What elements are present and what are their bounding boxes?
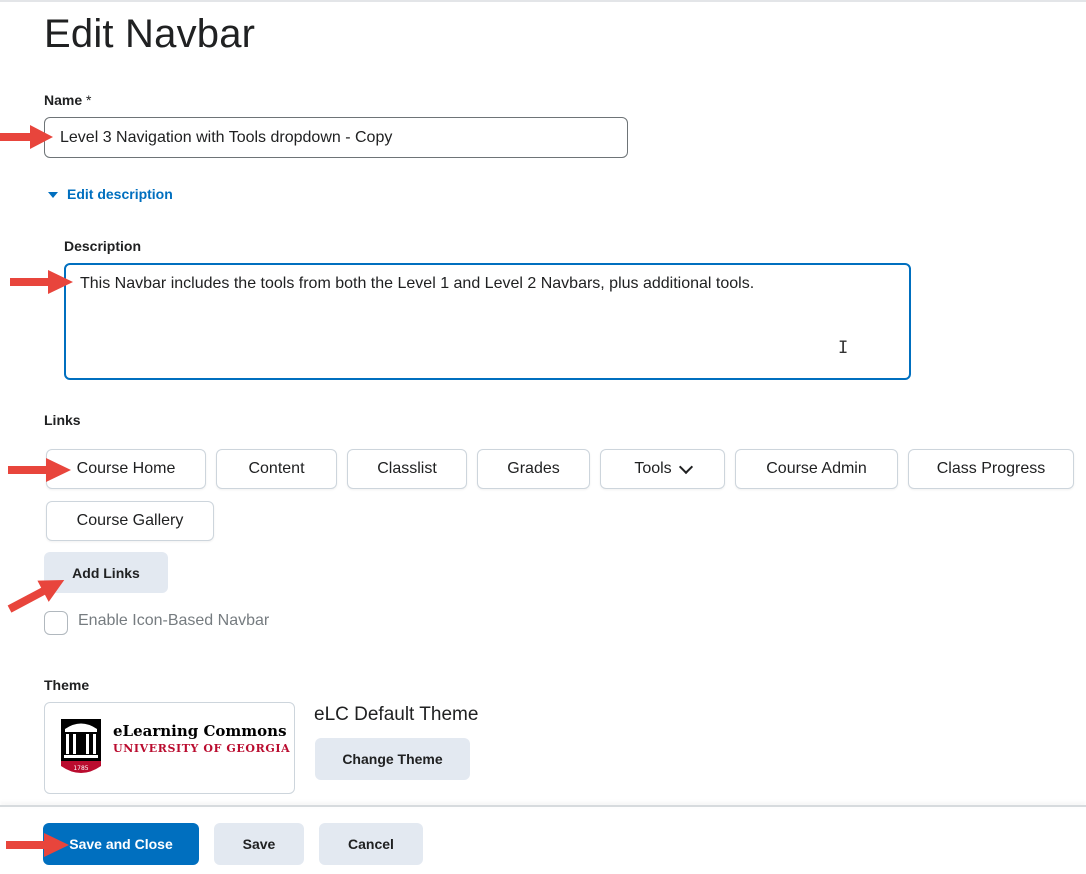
link-chip-class-progress[interactable]: Class Progress	[908, 449, 1074, 489]
link-chip-tools-label: Tools	[634, 460, 672, 477]
name-label: Name *	[44, 92, 91, 108]
page-title: Edit Navbar	[44, 12, 256, 56]
link-chip-course-admin[interactable]: Course Admin	[735, 449, 898, 489]
text-cursor-icon: I	[838, 338, 849, 358]
chevron-down-icon	[678, 459, 693, 474]
annotation-arrow-icon	[6, 833, 69, 857]
logo-subtitle: UNIVERSITY OF GEORGIA	[113, 742, 291, 755]
footer-divider	[0, 805, 1086, 807]
link-chip-grades[interactable]: Grades	[477, 449, 590, 489]
change-theme-button[interactable]: Change Theme	[315, 738, 470, 780]
annotation-arrow-icon	[0, 125, 53, 149]
annotation-arrow-icon	[8, 458, 71, 482]
top-divider	[0, 0, 1086, 2]
save-button[interactable]: Save	[214, 823, 304, 865]
name-input[interactable]: Level 3 Navigation with Tools dropdown -…	[44, 117, 628, 158]
name-label-text: Name	[44, 92, 83, 108]
description-label: Description	[64, 238, 142, 254]
theme-label: Theme	[44, 677, 90, 693]
icon-navbar-label: Enable Icon-Based Navbar	[78, 612, 270, 629]
caret-down-icon	[48, 191, 58, 198]
link-chip-content[interactable]: Content	[216, 449, 337, 489]
edit-description-toggle[interactable]: Edit description	[48, 186, 173, 202]
annotation-arrow-icon	[10, 270, 73, 294]
logo-title: eLearning Commons	[113, 722, 287, 740]
links-label: Links	[44, 412, 81, 428]
annotation-arrow-icon	[7, 579, 65, 613]
link-chip-classlist[interactable]: Classlist	[347, 449, 467, 489]
logo-year: 1785	[73, 765, 89, 772]
description-textarea[interactable]: This Navbar includes the tools from both…	[64, 263, 911, 380]
link-chip-tools[interactable]: Tools	[600, 449, 725, 489]
cancel-button[interactable]: Cancel	[319, 823, 423, 865]
edit-description-label: Edit description	[67, 186, 173, 202]
required-mark: *	[86, 92, 92, 108]
theme-name: eLC Default Theme	[314, 704, 479, 725]
link-chip-course-gallery[interactable]: Course Gallery	[46, 501, 214, 541]
